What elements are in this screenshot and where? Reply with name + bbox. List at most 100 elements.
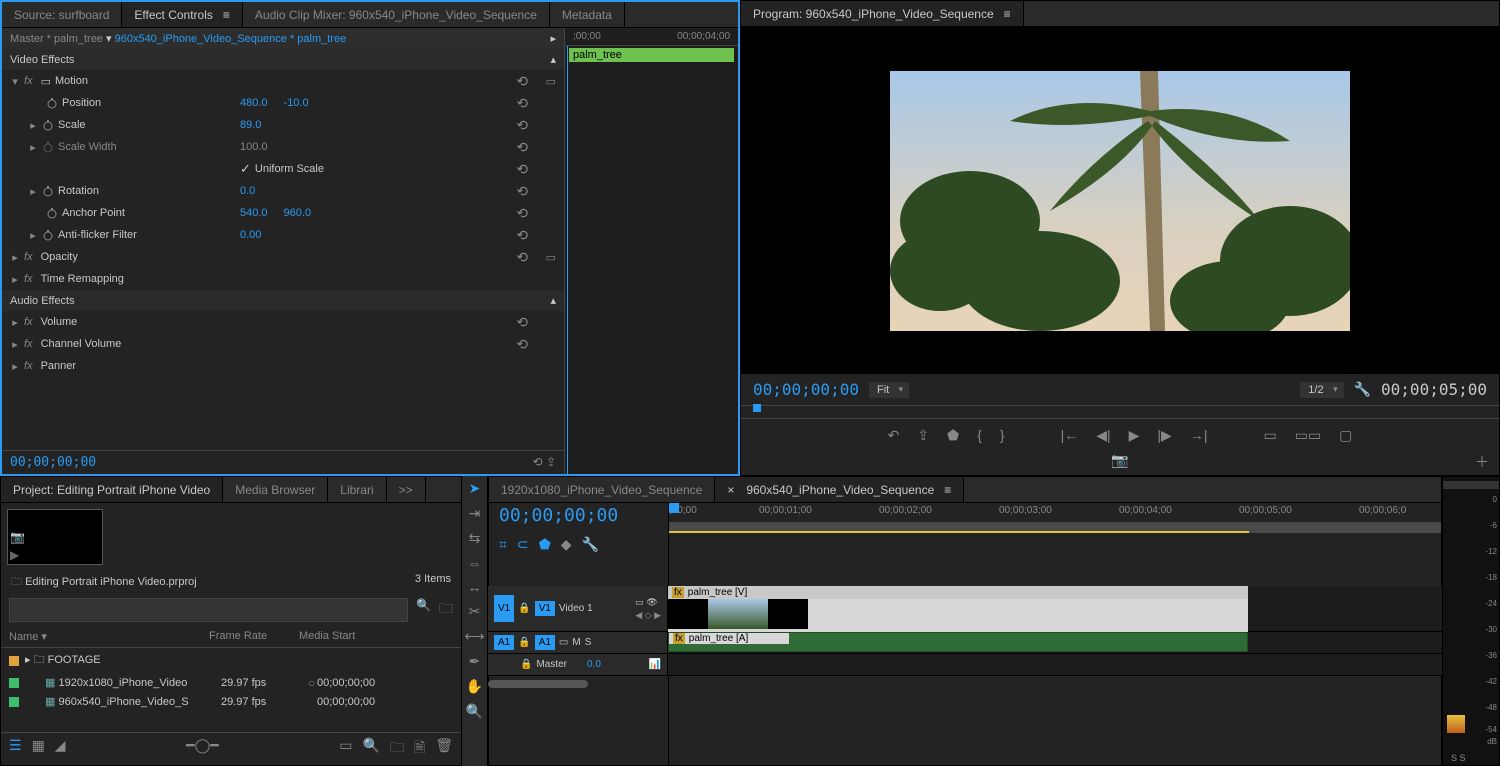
safe-margins-icon[interactable]: ▢ (1339, 427, 1352, 444)
eye-icon[interactable]: 👁 (646, 597, 657, 607)
mute-icon[interactable]: ▭ (635, 597, 644, 607)
source-patch-a1[interactable]: A1 (494, 635, 514, 650)
label-swatch[interactable] (9, 656, 19, 666)
rate-tool-icon[interactable]: ↔ (468, 579, 482, 595)
panel-menu-icon[interactable]: ≡ (944, 483, 951, 497)
reset-icon[interactable]: ⟲ (516, 205, 528, 222)
track-select-tool-icon[interactable]: ⇥ (469, 505, 481, 522)
search-input[interactable] (9, 598, 408, 622)
tab-metadata[interactable]: Metadata (550, 2, 625, 27)
target-v1[interactable]: V1 (535, 601, 555, 616)
twirl-icon[interactable]: ▸ (25, 654, 31, 666)
twirl-icon[interactable]: ▸ (28, 186, 38, 196)
project-columns[interactable]: Name ▾ Frame RateMedia Start (1, 626, 461, 648)
opacity-row[interactable]: ▸fx Opacity ⟲▭ (2, 246, 564, 268)
uniform-scale-row[interactable]: ✓Uniform Scale ⟲ (2, 158, 564, 180)
reset-icon[interactable]: ⟲ (516, 227, 528, 244)
twirl-icon[interactable]: ▸ (10, 252, 20, 262)
work-area-bar[interactable] (669, 523, 1441, 533)
lock-icon[interactable]: 🔒 (520, 659, 532, 670)
panel-menu-icon[interactable]: ≡ (1004, 7, 1011, 21)
track-a1[interactable]: A1 🔒 A1 ▭ M S fxpalm_tree [A] (488, 632, 1442, 654)
timeline-tab-540[interactable]: ×960x540_iPhone_Video_Sequence≡ (715, 477, 964, 502)
undo-icon[interactable]: ↶ (888, 427, 900, 444)
icon-view-icon[interactable]: ▦ (32, 737, 45, 761)
zoom-tool-icon[interactable]: 🔍 (466, 703, 483, 720)
marker-icon[interactable]: ⬟ (947, 427, 959, 444)
goto-out-icon[interactable]: →| (1190, 427, 1208, 444)
mark-in-icon[interactable]: { (977, 427, 982, 444)
track-master[interactable]: 🔒 Master 0.0 📊 (488, 654, 1442, 676)
mark-out-icon[interactable]: } (1000, 427, 1005, 444)
timeline-tab-1080[interactable]: 1920x1080_iPhone_Video_Sequence (489, 477, 715, 502)
channel-volume-row[interactable]: ▸fx Channel Volume⟲ (2, 333, 564, 355)
add-button-icon[interactable]: ＋ (1475, 452, 1489, 472)
playhead-handle[interactable] (669, 503, 679, 513)
stopwatch-icon[interactable] (42, 185, 54, 197)
collapse-up-icon[interactable]: ▴ (550, 294, 556, 307)
zoom-dropdown[interactable]: Fit (869, 382, 909, 398)
position-row[interactable]: Position 480.0-10.0 ⟲ (2, 92, 564, 114)
motion-effect-row[interactable]: ▾fx▭ Motion ⟲▭ (2, 70, 564, 92)
step-fwd-icon[interactable]: |▶ (1157, 427, 1171, 444)
rolling-tool-icon[interactable]: ⇔ (468, 555, 482, 571)
antiflicker-row[interactable]: ▸ Anti-flicker Filter 0.00 ⟲ (2, 224, 564, 246)
razor-tool-icon[interactable]: ✂ (469, 603, 481, 620)
timeline-ruler[interactable]: ;00;00 00;00;01;00 00;00;02;00 00;00;03;… (669, 503, 1441, 523)
tab-media-browser[interactable]: Media Browser (223, 477, 328, 502)
wrench-icon[interactable]: 🔧 (1354, 381, 1371, 398)
lift-icon[interactable]: ▭ (1263, 427, 1276, 444)
solo-button[interactable]: S (585, 637, 592, 648)
tab-source[interactable]: Source: surfboard (2, 2, 122, 27)
panner-row[interactable]: ▸fx Panner (2, 355, 564, 377)
collapse-up-icon[interactable]: ▴ (550, 53, 556, 66)
slip-tool-icon[interactable]: ⟷ (464, 628, 484, 645)
reset-icon[interactable]: ⟲ (516, 161, 528, 178)
playhead[interactable] (567, 46, 568, 474)
stopwatch-icon[interactable] (46, 97, 58, 109)
export-icon[interactable]: ⇪ (546, 455, 556, 469)
lock-icon[interactable]: 🔒 (518, 603, 530, 614)
label-swatch[interactable] (9, 678, 19, 688)
step-back-icon[interactable]: ◀| (1096, 427, 1110, 444)
lock-icon[interactable]: 🔒 (518, 637, 530, 648)
zoom-slider-icon[interactable]: ━◯━ (186, 737, 219, 761)
tab-audio-mixer[interactable]: Audio Clip Mixer: 960x540_iPhone_Video_S… (243, 2, 550, 27)
twirl-icon[interactable]: ▸ (10, 274, 20, 284)
reset-icon[interactable]: ⟲ (516, 73, 528, 90)
add-marker-icon[interactable]: ⬟ (539, 536, 551, 553)
program-monitor[interactable] (741, 27, 1499, 374)
stopwatch-icon[interactable] (46, 207, 58, 219)
target-a1[interactable]: A1 (535, 635, 555, 650)
selection-tool-icon[interactable]: ➤ (469, 480, 481, 497)
reset-icon[interactable]: ⟲ (516, 249, 528, 266)
program-scrubber[interactable] (741, 405, 1499, 419)
ec-timecode[interactable]: 00;00;00;00 (10, 455, 96, 470)
ec-clip-bar[interactable]: palm_tree (569, 48, 734, 62)
project-row-seq2[interactable]: ▦ 960x540_iPhone_Video_S 29.97 fps00;00;… (1, 692, 461, 711)
timeline-timecode[interactable]: 00;00;00;00 (489, 503, 668, 532)
play-icon[interactable]: ▶ (1129, 427, 1140, 444)
new-item-icon[interactable]: 🗎 (414, 737, 425, 761)
loop-icon[interactable]: ⟲ (533, 455, 543, 469)
meter-icon[interactable]: 📊 (649, 659, 661, 670)
export-frame-icon[interactable]: ⇪ (917, 427, 929, 444)
marker-icon[interactable]: ◆ (561, 536, 572, 553)
twirl-icon[interactable]: ▾ (10, 76, 20, 86)
time-remap-row[interactable]: ▸fx Time Remapping (2, 268, 564, 290)
reset-icon[interactable]: ⟲ (516, 95, 528, 112)
label-swatch[interactable] (9, 697, 19, 707)
ripple-tool-icon[interactable]: ⇆ (469, 530, 481, 547)
snap-icon[interactable]: ⌗ (499, 536, 507, 553)
anchor-row[interactable]: Anchor Point 540.0960.0 ⟲ (2, 202, 564, 224)
volume-row[interactable]: ▸fx Volume⟲ (2, 311, 564, 333)
freeform-icon[interactable]: ◢ (55, 737, 66, 761)
scale-row[interactable]: ▸ Scale 89.0 ⟲ (2, 114, 564, 136)
reset-icon[interactable]: ⟲ (516, 183, 528, 200)
clip-video[interactable]: fxpalm_tree [V] (668, 586, 1248, 632)
checkbox-checked-icon[interactable]: ✓ (240, 161, 251, 177)
linked-sel-icon[interactable]: ⊂ (517, 536, 529, 553)
stopwatch-icon[interactable] (42, 229, 54, 241)
track-v1[interactable]: V1 🔒 V1 Video 1 ▭ 👁 ◀ ◇ ▶ fxpalm_tree [V… (488, 586, 1442, 632)
project-row-footage[interactable]: ▸ 🗀 FOOTAGE (1, 648, 461, 673)
